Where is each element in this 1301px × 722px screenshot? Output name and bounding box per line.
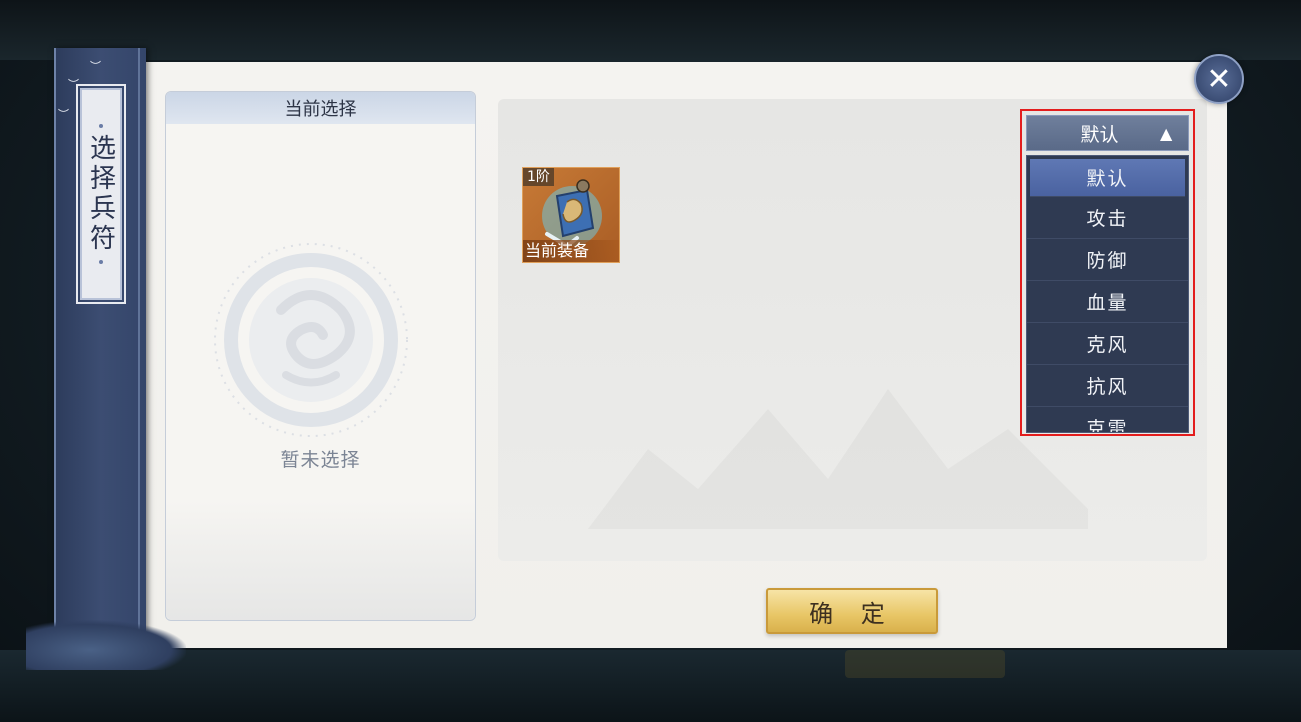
bird-icon: ︶: [90, 60, 101, 73]
equipped-tag: 当前装备: [523, 240, 619, 262]
dialog-title-text: 选择兵符: [85, 134, 116, 254]
sort-dropdown-toggle[interactable]: 默认 ▲: [1026, 115, 1189, 151]
wave-ornament: [26, 620, 186, 670]
dialog-title: 选择兵符: [76, 84, 126, 304]
close-icon[interactable]: ✕: [1194, 54, 1244, 104]
bird-icon: ︶: [58, 108, 69, 121]
sort-option[interactable]: 攻击: [1027, 197, 1188, 239]
dragon-emblem-icon: [214, 243, 408, 437]
sort-dropdown-value: 默认: [1080, 123, 1119, 146]
item-rank-badge: 1阶: [523, 168, 554, 186]
sort-option[interactable]: 防御: [1027, 239, 1188, 281]
mountain-mist-decoration: [588, 389, 1088, 529]
confirm-button[interactable]: 确 定: [766, 588, 938, 634]
sort-option[interactable]: 抗风: [1027, 365, 1188, 407]
title-banner: ︶ ︶ ︶ 选择兵符: [54, 48, 146, 660]
sort-option[interactable]: 克风: [1027, 323, 1188, 365]
dot-ornament: [99, 124, 103, 128]
current-selection-card: 当前选择 暂未选择: [165, 91, 476, 621]
empty-selection-text: 暂未选择: [280, 449, 361, 471]
sort-option[interactable]: 克雷: [1027, 407, 1188, 432]
mist-decoration: [166, 500, 475, 620]
sort-dropdown: 默认 ▲ 默认 攻击 防御 血量 克风 抗风 克雷: [1020, 109, 1195, 436]
sort-option[interactable]: 血量: [1027, 281, 1188, 323]
sort-options-list[interactable]: 默认 攻击 防御 血量 克风 抗风 克雷: [1026, 155, 1189, 433]
dot-ornament: [99, 260, 103, 264]
sort-option[interactable]: 默认: [1030, 159, 1185, 197]
current-selection-header: 当前选择: [166, 92, 475, 124]
triangle-up-icon: ▲: [1160, 123, 1173, 143]
background-bottom: [0, 650, 1301, 722]
bird-icon: ︶: [68, 78, 79, 91]
background-button-shadow: [845, 650, 1005, 678]
background-top: [0, 0, 1301, 60]
item-slot[interactable]: 1阶 当前装备: [522, 167, 620, 263]
